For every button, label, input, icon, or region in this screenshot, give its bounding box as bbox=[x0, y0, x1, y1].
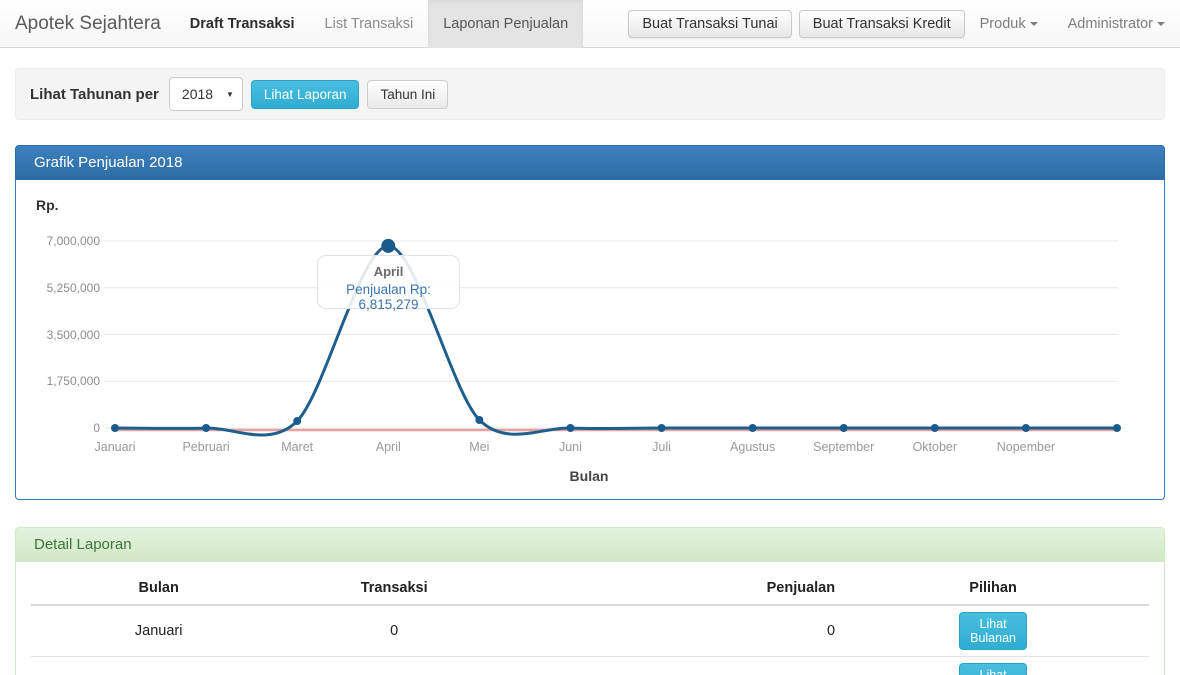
data-point[interactable] bbox=[381, 239, 395, 253]
data-point[interactable] bbox=[111, 424, 119, 432]
year-filter-bar: Lihat Tahunan per 2018 ▼ Lihat Laporan T… bbox=[15, 68, 1165, 120]
tooltip-value: Penjualan Rp: 6,815,279 bbox=[318, 282, 459, 312]
lihat-bulanan-button[interactable]: Lihat Bulanan bbox=[959, 663, 1027, 675]
year-select-value: 2018 bbox=[182, 86, 213, 102]
buat-transaksi-tunai-button[interactable]: Buat Transaksi Tunai bbox=[628, 10, 791, 38]
detail-panel-title: Detail Laporan bbox=[15, 527, 1165, 562]
lihat-bulanan-button[interactable]: Lihat Bulanan bbox=[959, 612, 1027, 650]
nav-item-laporan-penjualan[interactable]: Laponan Penjualan bbox=[428, 0, 583, 48]
tahun-ini-button[interactable]: Tahun Ini bbox=[367, 80, 448, 109]
data-point[interactable] bbox=[293, 417, 301, 425]
column-header-penjualan: Penjualan bbox=[502, 568, 951, 605]
y-axis-tick-label: 1,750,000 bbox=[16, 374, 100, 388]
column-header-transaksi: Transaksi bbox=[286, 568, 502, 605]
data-point[interactable] bbox=[566, 424, 574, 432]
x-axis-tick-label: Nopember bbox=[971, 440, 1081, 454]
filter-label: Lihat Tahunan per bbox=[30, 86, 159, 103]
data-point[interactable] bbox=[749, 424, 757, 432]
detail-report-panel: Detail Laporan Bulan Transaksi Penjualan… bbox=[15, 527, 1165, 675]
column-header-bulan: Bulan bbox=[31, 568, 286, 605]
nav-item-draft-transaksi[interactable]: Draft Transaksi bbox=[175, 0, 310, 48]
administrator-dropdown[interactable]: Administrator bbox=[1053, 16, 1180, 32]
sales-series-line bbox=[115, 246, 1117, 435]
sales-chart-panel: Grafik Penjualan 2018 Rp. April Penjuala… bbox=[15, 145, 1165, 500]
y-axis-tick-label: 3,500,000 bbox=[16, 328, 100, 342]
cell-penjualan: 0 bbox=[502, 657, 951, 675]
produk-dropdown[interactable]: Produk bbox=[965, 16, 1053, 32]
table-header-row: Bulan Transaksi Penjualan Pilihan bbox=[31, 568, 1149, 605]
chart-panel-title: Grafik Penjualan 2018 bbox=[15, 145, 1165, 180]
cell-bulan: Pebruari bbox=[31, 657, 286, 675]
lihat-laporan-button[interactable]: Lihat Laporan bbox=[251, 80, 360, 109]
y-axis-tick-label: 7,000,000 bbox=[16, 234, 100, 248]
cell-bulan: Januari bbox=[31, 605, 286, 657]
chevron-down-icon bbox=[1030, 22, 1038, 26]
data-point[interactable] bbox=[1022, 424, 1030, 432]
data-point[interactable] bbox=[475, 416, 483, 424]
data-point[interactable] bbox=[931, 424, 939, 432]
monthly-report-table: Bulan Transaksi Penjualan Pilihan Januar… bbox=[31, 568, 1149, 675]
y-axis-tick-label: 5,250,000 bbox=[16, 281, 100, 295]
select-arrow-icon: ▼ bbox=[226, 90, 234, 99]
data-point[interactable] bbox=[840, 424, 848, 432]
navbar-right: Buat Transaksi Tunai Buat Transaksi Kred… bbox=[621, 10, 1180, 38]
chart-tooltip: April Penjualan Rp: 6,815,279 bbox=[317, 255, 460, 309]
brand[interactable]: Apotek Sejahtera bbox=[15, 13, 161, 35]
cell-transaksi: 0 bbox=[286, 657, 502, 675]
data-point[interactable] bbox=[658, 424, 666, 432]
year-select[interactable]: 2018 ▼ bbox=[169, 77, 243, 111]
detail-panel-body: Bulan Transaksi Penjualan Pilihan Januar… bbox=[15, 562, 1165, 675]
y-axis-tick-label: 0 bbox=[16, 421, 100, 435]
tooltip-month: April bbox=[318, 264, 459, 279]
chevron-down-icon bbox=[1157, 22, 1165, 26]
x-axis-title: Bulan bbox=[570, 468, 609, 484]
table-row: Januari 0 0 Lihat Bulanan bbox=[31, 605, 1149, 657]
buat-transaksi-kredit-button[interactable]: Buat Transaksi Kredit bbox=[799, 10, 965, 38]
table-row: Pebruari 0 0 Lihat Bulanan bbox=[31, 657, 1149, 675]
sales-line-chart: Rp. April Penjualan Rp: 6,815,279 Bulan … bbox=[15, 180, 1165, 500]
nav-item-list-transaksi[interactable]: List Transaksi bbox=[310, 0, 429, 48]
cell-penjualan: 0 bbox=[502, 605, 951, 657]
column-header-pilihan: Pilihan bbox=[951, 568, 1149, 605]
navbar: Apotek Sejahtera Draft Transaksi List Tr… bbox=[0, 0, 1180, 48]
cell-transaksi: 0 bbox=[286, 605, 502, 657]
data-point[interactable] bbox=[202, 424, 210, 432]
data-point[interactable] bbox=[1113, 424, 1121, 432]
